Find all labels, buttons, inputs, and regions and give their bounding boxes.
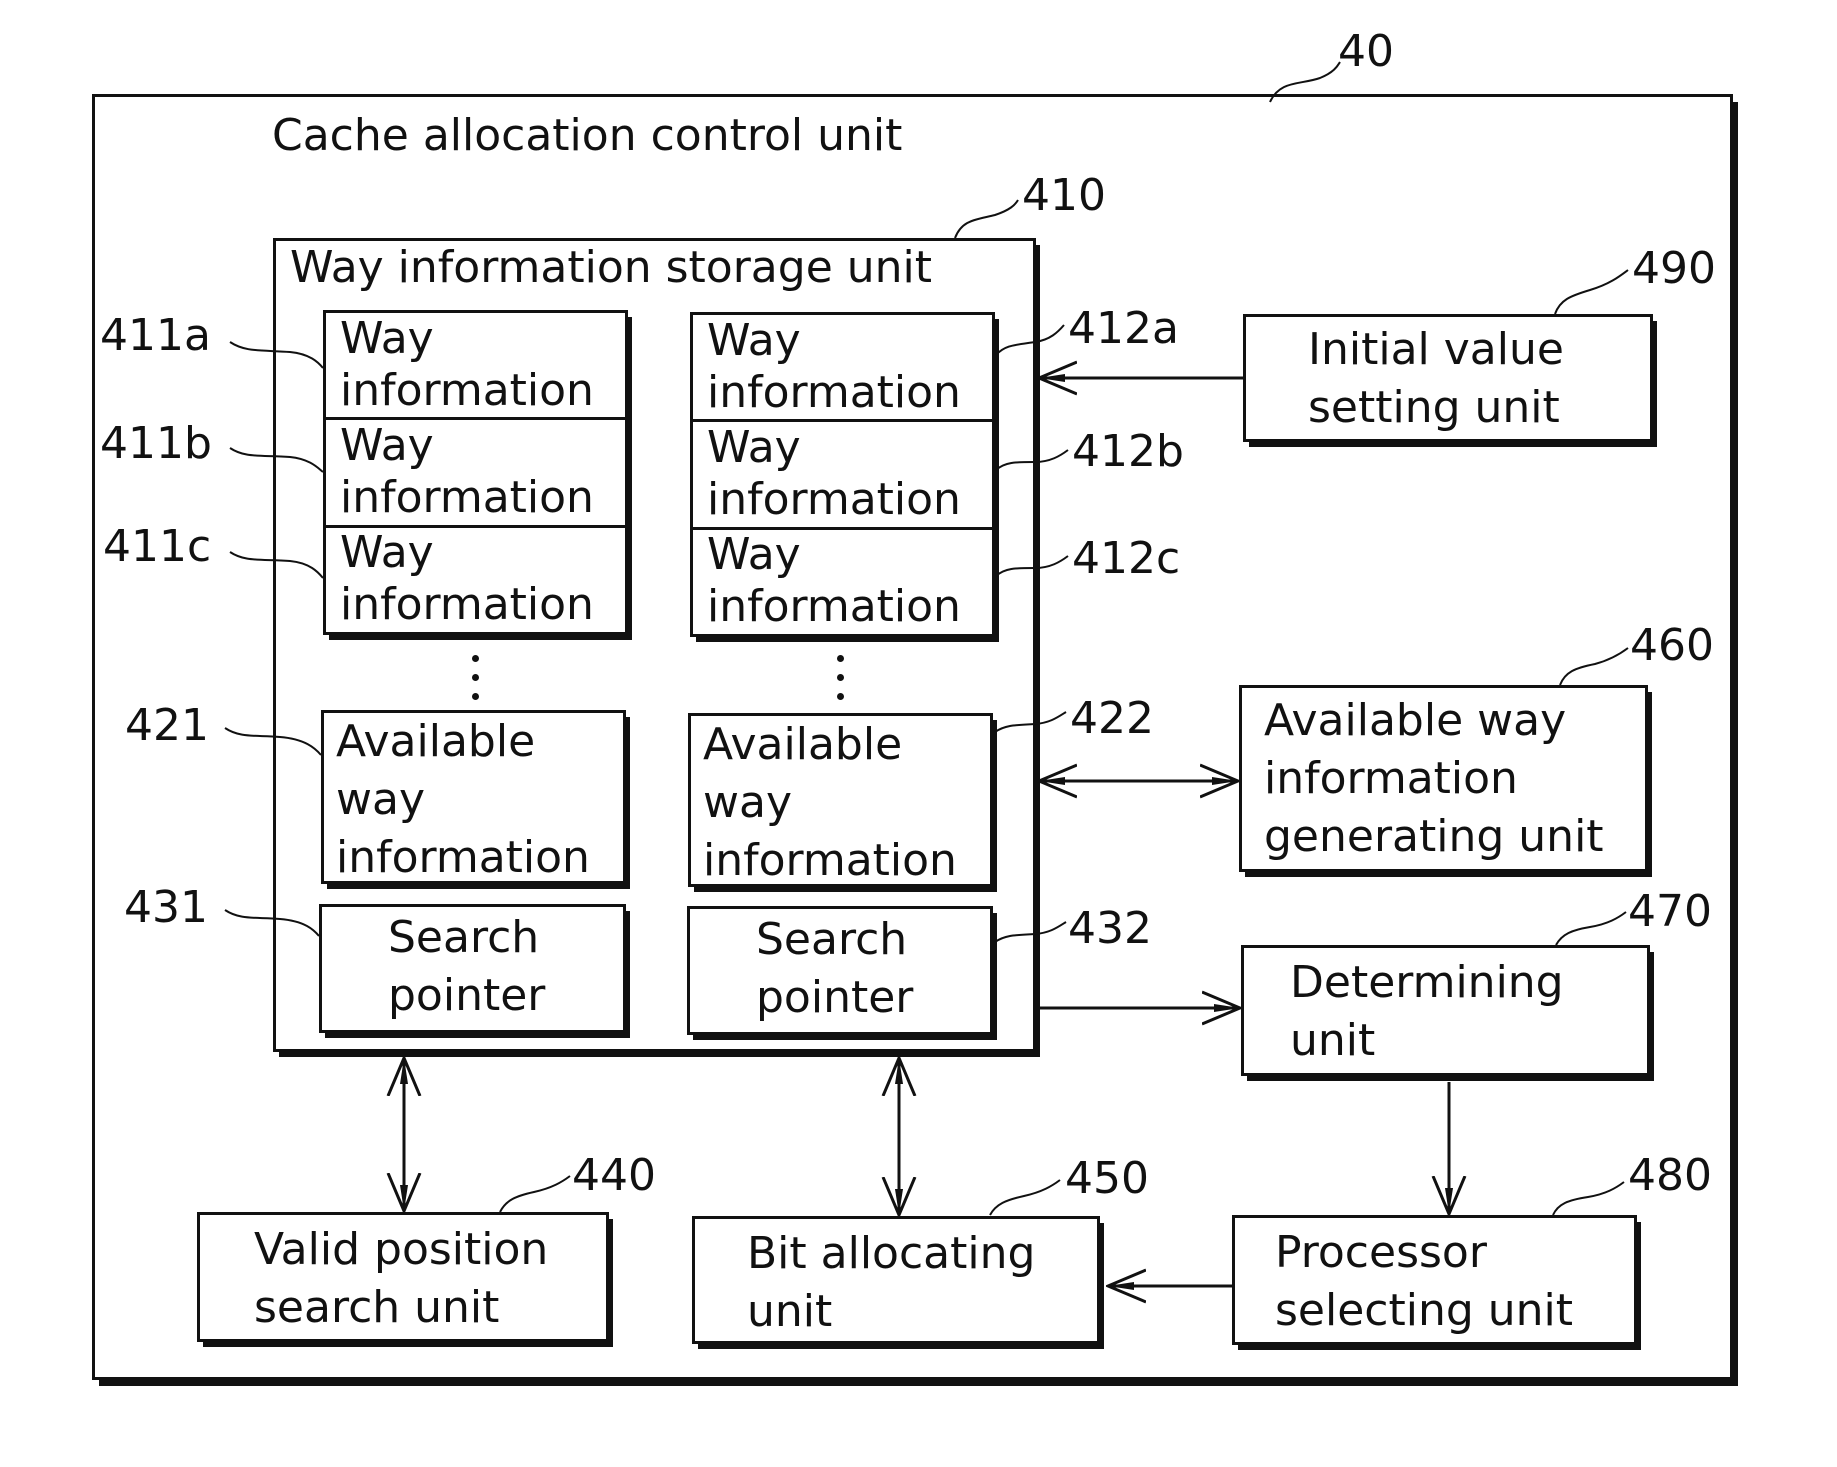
valid-position-search-unit-text: Valid position search unit bbox=[254, 1224, 549, 1333]
bit-allocating-unit: Bit allocating unit bbox=[692, 1216, 1100, 1344]
way-info-stack-right: Way information Way information Way info… bbox=[690, 312, 995, 637]
search-pointer-431: Search pointer bbox=[319, 904, 626, 1033]
ref-470: 470 bbox=[1628, 886, 1712, 937]
way-info-412a: Way information bbox=[707, 315, 961, 418]
ref-480: 480 bbox=[1628, 1150, 1712, 1201]
ref-431: 431 bbox=[124, 882, 208, 933]
determining-unit-text: Determining unit bbox=[1290, 957, 1564, 1066]
ref-40: 40 bbox=[1338, 26, 1394, 77]
way-information-storage-unit-title: Way information storage unit bbox=[290, 242, 932, 293]
ellipsis-right bbox=[837, 655, 845, 712]
ellipsis-left bbox=[472, 655, 480, 712]
initial-value-setting-unit-text: Initial value setting unit bbox=[1308, 324, 1564, 433]
search-pointer-432-text: Search pointer bbox=[756, 914, 914, 1023]
ref-412a: 412a bbox=[1068, 303, 1179, 354]
ref-422: 422 bbox=[1070, 693, 1154, 744]
ref-411b: 411b bbox=[100, 418, 212, 469]
way-info-stack-left: Way information Way information Way info… bbox=[323, 310, 628, 635]
processor-selecting-unit: Processor selecting unit bbox=[1232, 1215, 1637, 1345]
available-way-info-generating-unit: Available way information generating uni… bbox=[1239, 685, 1648, 872]
search-pointer-431-text: Search pointer bbox=[388, 912, 546, 1021]
way-info-412c: Way information bbox=[707, 529, 961, 632]
processor-selecting-unit-text: Processor selecting unit bbox=[1275, 1227, 1574, 1336]
ref-411a: 411a bbox=[100, 310, 211, 361]
bit-allocating-unit-text: Bit allocating unit bbox=[747, 1228, 1036, 1337]
ref-440: 440 bbox=[572, 1150, 656, 1201]
way-info-411b: Way information bbox=[340, 420, 594, 523]
cache-allocation-control-unit-title: Cache allocation control unit bbox=[272, 110, 903, 161]
available-way-info-422-text: Available way information bbox=[703, 719, 957, 886]
ref-450: 450 bbox=[1065, 1153, 1149, 1204]
determining-unit: Determining unit bbox=[1241, 945, 1650, 1076]
available-way-info-421: Available way information bbox=[321, 710, 626, 884]
valid-position-search-unit: Valid position search unit bbox=[197, 1212, 609, 1342]
initial-value-setting-unit: Initial value setting unit bbox=[1243, 314, 1653, 442]
available-way-info-generating-unit-text: Available way information generating uni… bbox=[1264, 695, 1604, 862]
way-info-412b: Way information bbox=[707, 422, 961, 525]
search-pointer-432: Search pointer bbox=[687, 906, 993, 1035]
available-way-info-422: Available way information bbox=[688, 713, 993, 887]
ref-410: 410 bbox=[1022, 170, 1106, 221]
ref-412b: 412b bbox=[1072, 426, 1184, 477]
ref-412c: 412c bbox=[1072, 533, 1181, 584]
ref-460: 460 bbox=[1630, 620, 1714, 671]
ref-421: 421 bbox=[125, 700, 209, 751]
ref-432: 432 bbox=[1068, 903, 1152, 954]
available-way-info-421-text: Available way information bbox=[336, 716, 590, 883]
way-info-411c: Way information bbox=[340, 527, 594, 630]
ref-411c: 411c bbox=[103, 521, 212, 572]
ref-490: 490 bbox=[1632, 243, 1716, 294]
way-info-411a: Way information bbox=[340, 313, 594, 416]
